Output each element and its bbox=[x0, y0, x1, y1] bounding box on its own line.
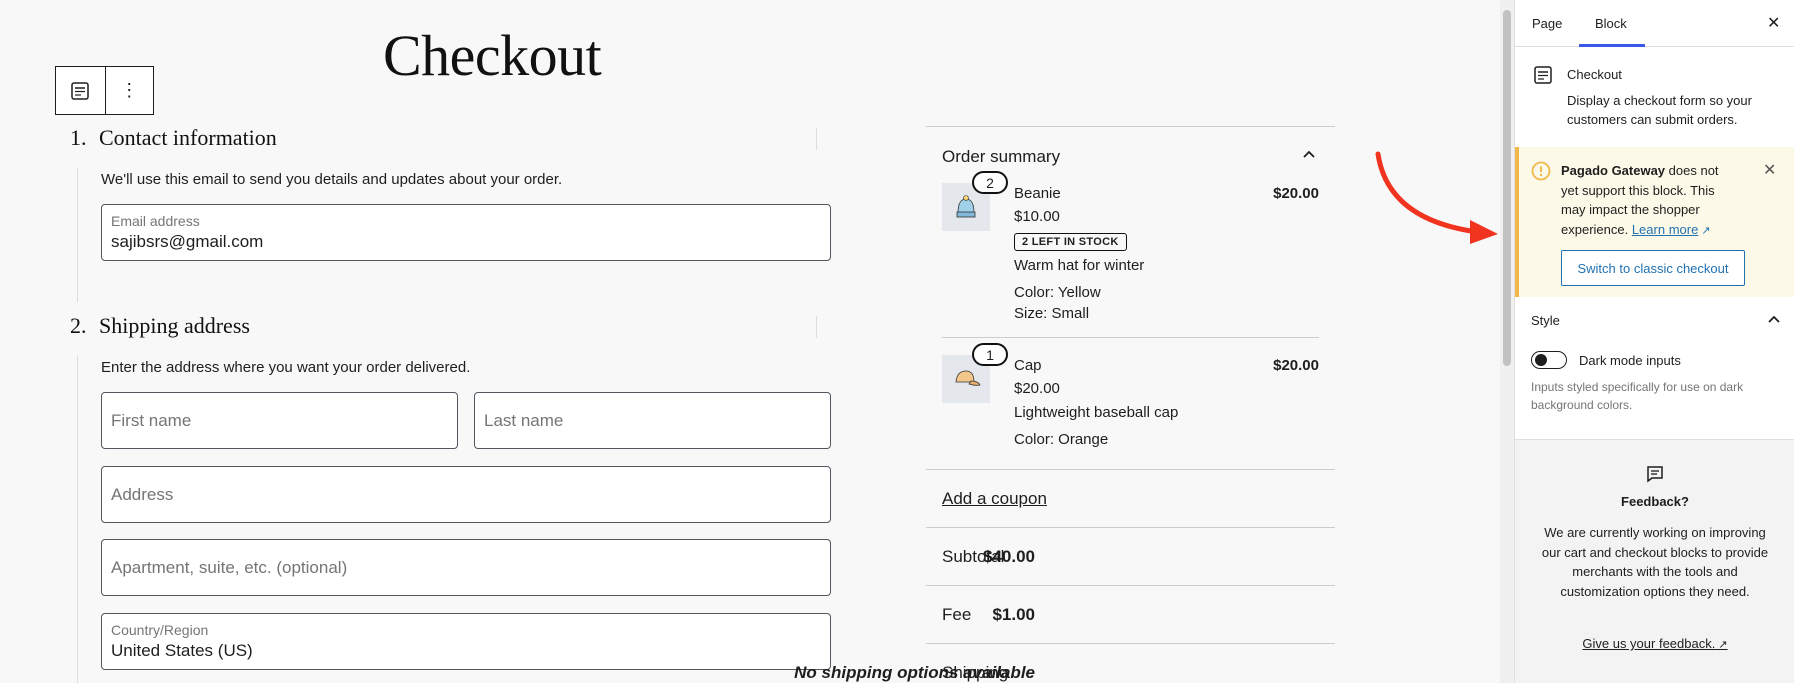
divider-mark bbox=[816, 316, 817, 338]
item-description: Warm hat for winter bbox=[1014, 257, 1145, 274]
scrollbar-thumb[interactable] bbox=[1503, 10, 1511, 366]
item-description: Lightweight baseball cap bbox=[1014, 404, 1179, 421]
switch-to-classic-checkout-button[interactable]: Switch to classic checkout bbox=[1561, 250, 1745, 286]
external-link-icon: ↗ bbox=[1698, 224, 1711, 237]
fee-label: Fee bbox=[942, 605, 972, 624]
gateway-name: Pagado Gateway bbox=[1561, 163, 1666, 178]
feedback-link-text[interactable]: Give us your feedback. bbox=[1582, 636, 1715, 651]
order-summary-title[interactable]: Order summary bbox=[942, 147, 1060, 167]
subtotal-value: $40.00 bbox=[983, 547, 1035, 566]
style-panel-title[interactable]: Style bbox=[1531, 313, 1560, 328]
shipping-value: No shipping options available bbox=[794, 663, 1035, 682]
checkout-block-icon bbox=[1534, 66, 1552, 84]
email-field[interactable]: Email address sajibsrs@gmail.com bbox=[101, 204, 831, 261]
feedback-text: We are currently working on improving ou… bbox=[1541, 525, 1769, 599]
item-attribute: Color: Yellow bbox=[1014, 284, 1101, 301]
dismiss-notice-icon[interactable]: ✕ bbox=[1763, 160, 1776, 180]
address-field[interactable]: Address bbox=[101, 466, 831, 523]
feedback-panel: Feedback? We are currently working on im… bbox=[1515, 439, 1794, 683]
chevron-up-icon[interactable] bbox=[1767, 312, 1781, 326]
feedback-icon bbox=[1647, 466, 1663, 483]
sidebar-tabs: Page Block ✕ bbox=[1515, 0, 1794, 47]
stock-badge: 2 LEFT IN STOCK bbox=[1014, 233, 1127, 251]
more-vertical-icon: ⋮ bbox=[120, 80, 139, 100]
cart-item: 1 Cap $20.00 $20.00 Lightweight baseball… bbox=[942, 343, 1319, 455]
divider-mark bbox=[816, 128, 817, 150]
item-attribute: Size: Small bbox=[1014, 305, 1090, 322]
fee-value: $1.00 bbox=[992, 605, 1035, 624]
dark-mode-inputs-help: Inputs styled specifically for use on da… bbox=[1531, 380, 1744, 412]
external-link-icon: ↗ bbox=[1715, 639, 1728, 651]
summary-divider bbox=[926, 585, 1335, 586]
item-unit-price: $10.00 bbox=[1014, 208, 1060, 225]
quantity-badge: 2 bbox=[972, 171, 1008, 194]
contact-description: We'll use this email to send you details… bbox=[101, 171, 563, 188]
email-label: Email address bbox=[111, 213, 200, 229]
step-title-text: Shipping address bbox=[99, 313, 250, 338]
first-name-field[interactable]: First name bbox=[101, 392, 458, 449]
dark-mode-inputs-label: Dark mode inputs bbox=[1579, 353, 1681, 368]
checkout-block-icon bbox=[71, 81, 89, 100]
address-placeholder: Address bbox=[111, 484, 174, 504]
cap-icon bbox=[955, 370, 981, 386]
country-value: United States (US) bbox=[111, 641, 253, 660]
step-line bbox=[77, 356, 78, 683]
order-summary: Order summary 2 Beanie $20.00 $10.00 2 L… bbox=[926, 126, 1335, 322]
item-total: $20.00 bbox=[1273, 357, 1319, 374]
close-icon[interactable]: ✕ bbox=[1767, 13, 1780, 33]
editor-canvas: Checkout ⋮ 1. Contact information We'll u… bbox=[0, 0, 1500, 683]
item-unit-price: $20.00 bbox=[1014, 380, 1060, 397]
item-total: $20.00 bbox=[1273, 185, 1319, 202]
shipping-section-title: 2. Shipping address bbox=[70, 313, 250, 339]
feedback-title: Feedback? bbox=[1621, 494, 1689, 509]
apartment-placeholder: Apartment, suite, etc. (optional) bbox=[111, 557, 348, 577]
settings-sidebar: Page Block ✕ Checkout Display a checkout… bbox=[1514, 0, 1794, 683]
beanie-icon bbox=[956, 195, 976, 218]
item-attribute: Color: Orange bbox=[1014, 431, 1109, 448]
shipping-description: Enter the address where you want your or… bbox=[101, 359, 471, 376]
summary-divider bbox=[926, 643, 1335, 644]
dark-mode-inputs-toggle[interactable] bbox=[1531, 351, 1567, 369]
apartment-field[interactable]: Apartment, suite, etc. (optional) bbox=[101, 539, 831, 596]
incompatible-gateway-notice: Pagado Gateway does not yet support this… bbox=[1515, 147, 1794, 297]
block-type-button[interactable] bbox=[56, 67, 105, 114]
step-number: 2. bbox=[70, 313, 87, 338]
country-label: Country/Region bbox=[111, 622, 209, 638]
last-name-placeholder: Last name bbox=[484, 410, 564, 430]
active-tab-indicator bbox=[1579, 44, 1645, 47]
page-title[interactable]: Checkout bbox=[383, 22, 602, 89]
step-number: 1. bbox=[70, 125, 87, 150]
feedback-link[interactable]: Give us your feedback. ↗ bbox=[1515, 636, 1794, 651]
block-description: Display a checkout form so your customer… bbox=[1567, 93, 1752, 127]
step-title-text: Contact information bbox=[99, 125, 277, 150]
item-name: Beanie bbox=[1014, 185, 1061, 202]
contact-section-title: 1. Contact information bbox=[70, 125, 277, 151]
tab-page[interactable]: Page bbox=[1532, 16, 1562, 31]
notice-text: Pagado Gateway does not yet support this… bbox=[1561, 161, 1739, 241]
item-divider bbox=[942, 337, 1319, 338]
last-name-field[interactable]: Last name bbox=[474, 392, 831, 449]
cart-item: 2 Beanie $20.00 $10.00 2 LEFT IN STOCK W… bbox=[942, 171, 1319, 333]
block-toolbar: ⋮ bbox=[55, 66, 154, 115]
red-arrow-annotation bbox=[1375, 151, 1498, 244]
block-name: Checkout bbox=[1567, 67, 1622, 82]
warning-icon bbox=[1531, 161, 1551, 181]
tab-block[interactable]: Block bbox=[1595, 16, 1627, 31]
canvas-scrollbar[interactable] bbox=[1500, 0, 1514, 683]
summary-divider bbox=[926, 469, 1335, 470]
add-coupon-link[interactable]: Add a coupon bbox=[942, 489, 1047, 509]
quantity-badge: 1 bbox=[972, 343, 1008, 366]
learn-more-link[interactable]: Learn more bbox=[1632, 222, 1698, 237]
email-value: sajibsrs@gmail.com bbox=[111, 232, 264, 251]
summary-divider bbox=[926, 527, 1335, 528]
toggle-knob bbox=[1535, 354, 1547, 366]
item-name: Cap bbox=[1014, 357, 1042, 374]
step-line bbox=[77, 168, 78, 302]
first-name-placeholder: First name bbox=[111, 410, 192, 430]
chevron-up-icon[interactable] bbox=[1302, 147, 1316, 161]
country-select[interactable]: Country/Region United States (US) bbox=[101, 613, 831, 670]
more-options-button[interactable]: ⋮ bbox=[104, 67, 154, 114]
